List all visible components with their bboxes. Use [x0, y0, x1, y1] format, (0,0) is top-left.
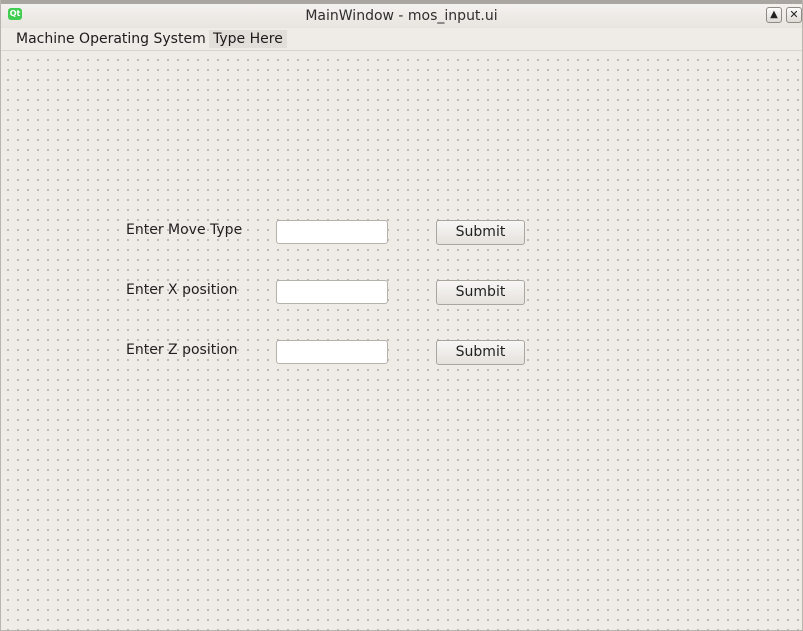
submit-x-position-button[interactable]: Sumbit — [436, 280, 525, 305]
menu-type-here[interactable]: Type Here — [209, 30, 287, 48]
form-canvas: Enter Move Type Submit Enter X position … — [1, 51, 802, 630]
close-button[interactable]: ✕ — [786, 7, 802, 23]
menu-bar: Machine Operating System Type Here — [1, 28, 802, 51]
menu-machine-operating-system[interactable]: Machine Operating System — [12, 30, 210, 48]
move-type-input[interactable] — [276, 220, 388, 244]
x-position-input[interactable] — [276, 280, 388, 304]
submit-move-type-button[interactable]: Submit — [436, 220, 525, 245]
z-position-input[interactable] — [276, 340, 388, 364]
title-bar: Qt MainWindow - mos_input.ui ▲ ✕ — [1, 0, 802, 28]
x-position-label: Enter X position — [126, 282, 238, 298]
main-window: Qt MainWindow - mos_input.ui ▲ ✕ Machine… — [0, 0, 803, 631]
maximize-button[interactable]: ▲ — [766, 7, 782, 23]
z-position-label: Enter Z position — [126, 342, 238, 358]
move-type-label: Enter Move Type — [126, 222, 243, 238]
submit-z-position-button[interactable]: Submit — [436, 340, 525, 365]
window-title: MainWindow - mos_input.ui — [305, 8, 498, 24]
